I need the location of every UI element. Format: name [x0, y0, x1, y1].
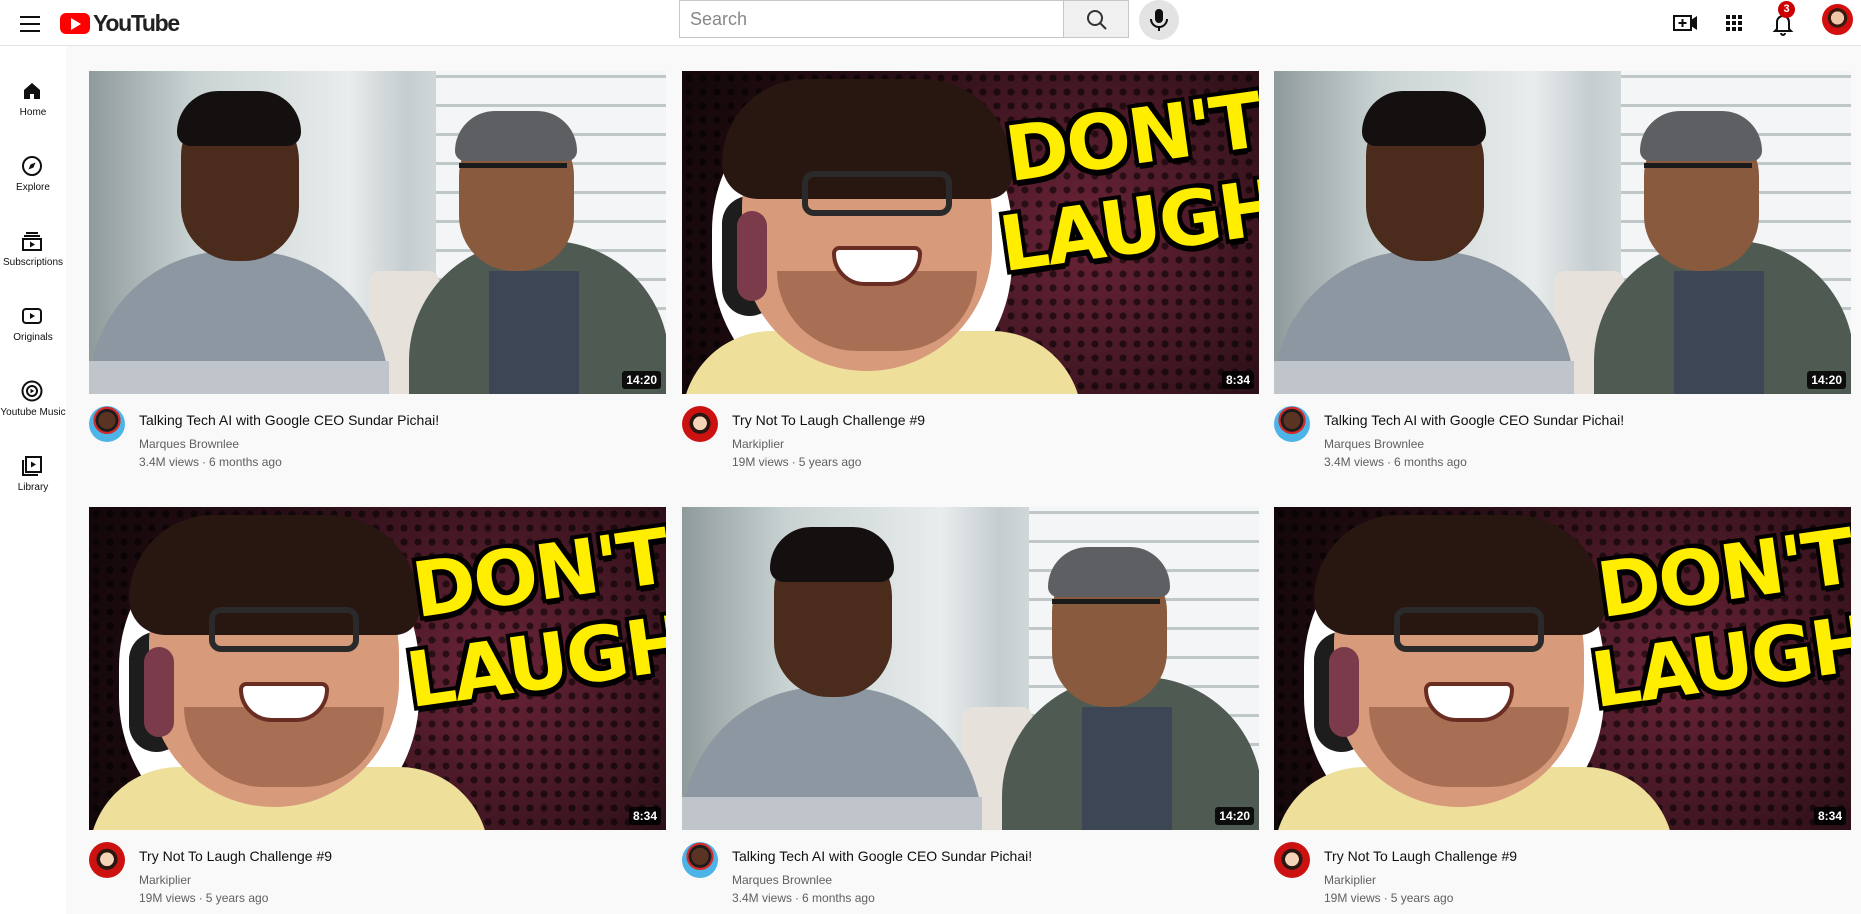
channel-avatar[interactable]	[1274, 406, 1310, 442]
video-thumbnail[interactable]: 14:20	[89, 71, 666, 394]
create-button[interactable]	[1668, 6, 1702, 40]
view-count: 3.4M views	[139, 455, 200, 469]
video-meta: 19M views · 5 years ago	[1324, 891, 1454, 905]
sidebar-item-label: Library	[17, 482, 49, 493]
video-title[interactable]: Try Not To Laugh Challenge #9	[139, 848, 332, 864]
originals-icon	[22, 308, 42, 324]
video-meta: 3.4M views · 6 months ago	[732, 891, 875, 905]
channel-name[interactable]: Markiplier	[732, 437, 784, 451]
sidebar-item-label: Explore	[16, 182, 50, 193]
video-thumbnail[interactable]: DON'T LAUGH 8:34	[89, 507, 666, 830]
video-title[interactable]: Try Not To Laugh Challenge #9	[1324, 848, 1517, 864]
view-count: 3.4M views	[1324, 455, 1385, 469]
view-count: 19M views	[1324, 891, 1381, 905]
library-icon	[22, 456, 42, 476]
sidebar-item-home[interactable]: Home	[0, 61, 66, 131]
sidebar-item-explore[interactable]: Explore	[0, 136, 66, 206]
youtube-logo[interactable]: YouTube	[60, 8, 180, 38]
sidebar: Home Explore Subscriptions Originals You…	[0, 46, 66, 914]
video-title[interactable]: Talking Tech AI with Google CEO Sundar P…	[1324, 412, 1624, 428]
view-count: 19M views	[732, 455, 789, 469]
video-meta: 3.4M views · 6 months ago	[139, 455, 282, 469]
upload-age: 5 years ago	[798, 455, 862, 469]
channel-avatar[interactable]	[682, 842, 718, 878]
music-icon	[21, 380, 43, 402]
sidebar-item-label: Subscriptions	[2, 257, 64, 268]
video-title[interactable]: Try Not To Laugh Challenge #9	[732, 412, 925, 428]
create-video-icon	[1673, 15, 1697, 31]
mic-icon	[1150, 9, 1168, 31]
video-thumbnail[interactable]: 14:20	[1274, 71, 1851, 394]
sidebar-item-youtube-music[interactable]: Youtube Music	[0, 361, 66, 431]
channel-name[interactable]: Marques Brownlee	[732, 873, 832, 887]
video-thumbnail[interactable]: 14:20	[682, 507, 1259, 830]
video-title[interactable]: Talking Tech AI with Google CEO Sundar P…	[732, 848, 1032, 864]
channel-name[interactable]: Markiplier	[1324, 873, 1376, 887]
sidebar-item-originals[interactable]: Originals	[0, 286, 66, 356]
video-duration: 14:20	[1807, 371, 1846, 389]
upload-age: 5 years ago	[1390, 891, 1454, 905]
account-avatar[interactable]	[1822, 4, 1853, 35]
video-thumbnail[interactable]: DON'T LAUGH 8:34	[1274, 507, 1851, 830]
video-duration: 14:20	[1215, 807, 1254, 825]
sidebar-item-subscriptions[interactable]: Subscriptions	[0, 211, 66, 281]
upload-age: 6 months ago	[802, 891, 875, 905]
channel-avatar[interactable]	[89, 406, 125, 442]
view-count: 19M views	[139, 891, 196, 905]
video-duration: 8:34	[628, 807, 661, 825]
channel-avatar[interactable]	[89, 842, 125, 878]
sidebar-item-label: Originals	[13, 332, 53, 343]
voice-search-button[interactable]	[1139, 0, 1179, 40]
channel-name[interactable]: Marques Brownlee	[139, 437, 239, 451]
channel-name[interactable]: Markiplier	[139, 873, 191, 887]
search-input[interactable]	[679, 0, 1063, 38]
video-duration: 8:34	[1221, 371, 1254, 389]
video-meta: 3.4M views · 6 months ago	[1324, 455, 1467, 469]
upload-age: 6 months ago	[209, 455, 282, 469]
video-thumbnail[interactable]: DON'T LAUGH 8:34	[682, 71, 1259, 394]
video-meta: 19M views · 5 years ago	[139, 891, 269, 905]
search-icon	[1087, 10, 1107, 30]
channel-avatar[interactable]	[1274, 842, 1310, 878]
youtube-play-icon	[60, 12, 90, 34]
top-bar: YouTube Search 3	[0, 0, 1861, 46]
menu-icon[interactable]	[16, 8, 46, 38]
apps-grid-icon	[1726, 15, 1742, 31]
sidebar-item-label: Youtube Music	[0, 407, 66, 418]
logo-text: YouTube	[93, 9, 180, 36]
sidebar-item-library[interactable]: Library	[0, 436, 66, 506]
upload-age: 5 years ago	[205, 891, 269, 905]
channel-name[interactable]: Marques Brownlee	[1324, 437, 1424, 451]
video-meta: 19M views · 5 years ago	[732, 455, 862, 469]
home-icon	[24, 83, 40, 99]
video-title[interactable]: Talking Tech AI with Google CEO Sundar P…	[139, 412, 439, 428]
view-count: 3.4M views	[732, 891, 793, 905]
search-button[interactable]	[1063, 0, 1129, 38]
sidebar-item-label: Home	[19, 107, 47, 118]
subscriptions-icon	[22, 232, 42, 251]
channel-avatar[interactable]	[682, 406, 718, 442]
video-duration: 14:20	[622, 371, 661, 389]
notification-count-badge: 3	[1778, 1, 1795, 18]
apps-button[interactable]	[1717, 6, 1751, 40]
explore-icon	[22, 156, 42, 176]
upload-age: 6 months ago	[1394, 455, 1467, 469]
video-duration: 8:34	[1813, 807, 1846, 825]
